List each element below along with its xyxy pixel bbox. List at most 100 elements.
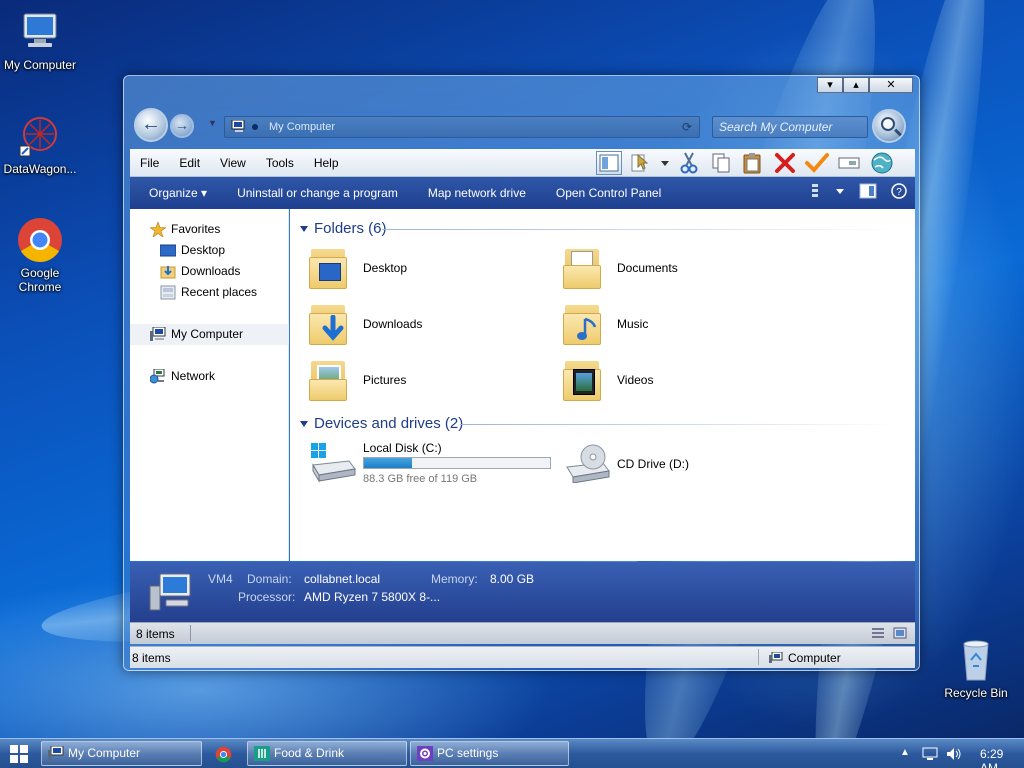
details-view-icon[interactable] [871, 627, 885, 639]
group-header-devices[interactable]: Devices and drives (2) [300, 414, 463, 434]
details-pane: VM4 Domain: collabnet.local Memory: 8.00… [130, 562, 915, 622]
preview-pane-icon[interactable] [596, 151, 622, 175]
folder-videos[interactable]: Videos [561, 355, 811, 405]
collapse-triangle-icon [300, 421, 308, 428]
back-button[interactable]: ← [134, 108, 168, 142]
search-icon [881, 117, 895, 131]
properties-check-icon[interactable] [804, 151, 830, 175]
network-icon [150, 369, 165, 384]
uninstall-program-button[interactable]: Uninstall or change a program [222, 186, 413, 200]
computer-icon [48, 746, 64, 760]
delete-icon[interactable] [772, 151, 798, 175]
organize-button[interactable]: Organize ▾ [130, 186, 222, 200]
computer-icon [150, 327, 166, 341]
content-pane: Folders (6) Desktop Documents Downloads [290, 209, 915, 561]
taskbar-pc-settings[interactable]: PC settings [410, 741, 569, 766]
recycle-bin-icon [952, 636, 1000, 684]
search-button[interactable] [872, 109, 906, 143]
address-text: My Computer [269, 121, 336, 133]
group-header-folders[interactable]: Folders (6) [300, 219, 387, 239]
nav-recent-places[interactable]: Recent places [130, 282, 289, 303]
item-count: 8 items [136, 627, 175, 641]
preview-pane-toggle-icon[interactable] [859, 183, 877, 202]
nav-downloads[interactable]: Downloads [130, 261, 289, 282]
nav-my-computer[interactable]: My Computer [130, 324, 289, 345]
map-network-drive-button[interactable]: Map network drive [413, 186, 541, 200]
disk-usage-fill [364, 458, 412, 468]
desktop-icon-google-chrome[interactable]: Google Chrome [0, 216, 80, 294]
folder-desktop[interactable]: Desktop [307, 243, 557, 293]
desktop-icon [160, 244, 176, 257]
minimize-button[interactable]: ▾ [817, 77, 843, 93]
menu-bar: File Edit View Tools Help [130, 149, 915, 177]
menu-edit[interactable]: Edit [169, 156, 210, 170]
paste-icon[interactable] [740, 151, 766, 175]
menu-tools[interactable]: Tools [256, 156, 304, 170]
search-input[interactable]: Search My Computer [712, 116, 868, 138]
command-bar: Organize ▾ Uninstall or change a program… [130, 177, 915, 209]
rename-icon[interactable] [836, 151, 862, 175]
downloads-folder-icon [307, 299, 351, 347]
taskbar-food-drink[interactable]: Food & Drink [247, 741, 407, 766]
show-hidden-icons-icon[interactable]: ▲ [900, 747, 910, 758]
taskbar-chrome-icon[interactable] [215, 746, 232, 763]
star-icon [150, 222, 166, 237]
internet-globe-icon[interactable] [868, 151, 894, 175]
taskbar: My Computer Food & Drink PC settings ▲ 6… [0, 738, 1024, 768]
system-tray: ▲ 6:29 AM [874, 739, 1024, 768]
gear-icon [417, 746, 433, 761]
view-options-dropdown-icon[interactable] [835, 183, 845, 202]
copy-icon[interactable] [708, 151, 734, 175]
desktop-icon-my-computer[interactable]: My Computer [0, 8, 80, 72]
menu-file[interactable]: File [130, 156, 169, 170]
domain-value: collabnet.local [304, 572, 381, 586]
folder-pictures[interactable]: Pictures [307, 355, 557, 405]
volume-icon[interactable] [946, 747, 962, 761]
close-button[interactable]: ✕ [869, 77, 913, 93]
pictures-folder-icon [307, 355, 351, 403]
search-placeholder: Search My Computer [719, 120, 833, 134]
group-divider [382, 229, 897, 230]
nav-favorites[interactable]: Favorites [130, 219, 289, 240]
folder-music[interactable]: Music [561, 299, 811, 349]
forward-button[interactable]: → [170, 114, 194, 138]
start-button[interactable] [10, 745, 28, 763]
folder-documents[interactable]: Documents [561, 243, 811, 293]
change-view-icon[interactable] [809, 183, 821, 202]
history-dropdown-icon[interactable]: ▼ [208, 118, 217, 128]
music-folder-icon [561, 299, 605, 347]
drive-cd-d[interactable]: CD Drive (D:) [563, 439, 763, 489]
taskbar-my-computer[interactable]: My Computer [41, 741, 202, 766]
open-control-panel-button[interactable]: Open Control Panel [541, 186, 676, 200]
help-icon[interactable]: ? [891, 183, 907, 202]
view-controls: ? [809, 183, 907, 202]
view-dropdown-icon[interactable] [660, 151, 670, 175]
memory-value: 8.00 GB [490, 572, 535, 586]
menu-help[interactable]: Help [304, 156, 349, 170]
drive-local-disk-c[interactable]: Local Disk (C:) 88.3 GB free of 119 GB [309, 439, 559, 489]
datawagon-icon [16, 112, 64, 160]
status-bar-bottom: 8 items Computer [130, 646, 915, 668]
large-icons-view-icon[interactable] [893, 627, 907, 639]
videos-folder-icon [561, 355, 605, 403]
status-location: Computer [788, 651, 841, 665]
nav-network[interactable]: Network [130, 366, 289, 387]
refresh-icon[interactable]: ⟳ [679, 119, 695, 135]
menu-view[interactable]: View [210, 156, 256, 170]
address-bar[interactable]: My Computer ⟳ [224, 116, 700, 138]
computer-icon [769, 652, 783, 663]
clock[interactable]: 6:29 AM [980, 747, 1024, 768]
recent-places-icon [160, 285, 176, 300]
desktop-icon-datawagon[interactable]: DataWagon... [0, 112, 80, 176]
processor-value: AMD Ryzen 7 5800X 8-... [304, 590, 441, 604]
maximize-button[interactable]: ▴ [843, 77, 869, 93]
select-icon[interactable] [628, 151, 654, 175]
cd-drive-icon [566, 444, 610, 483]
breadcrumb-separator-icon [252, 124, 258, 130]
folder-downloads[interactable]: Downloads [307, 299, 557, 349]
cut-icon[interactable] [676, 151, 702, 175]
nav-desktop[interactable]: Desktop [130, 240, 289, 261]
network-status-icon[interactable] [922, 747, 938, 761]
desktop-icon-recycle-bin[interactable]: Recycle Bin [935, 636, 1017, 700]
collapse-triangle-icon [300, 226, 308, 233]
